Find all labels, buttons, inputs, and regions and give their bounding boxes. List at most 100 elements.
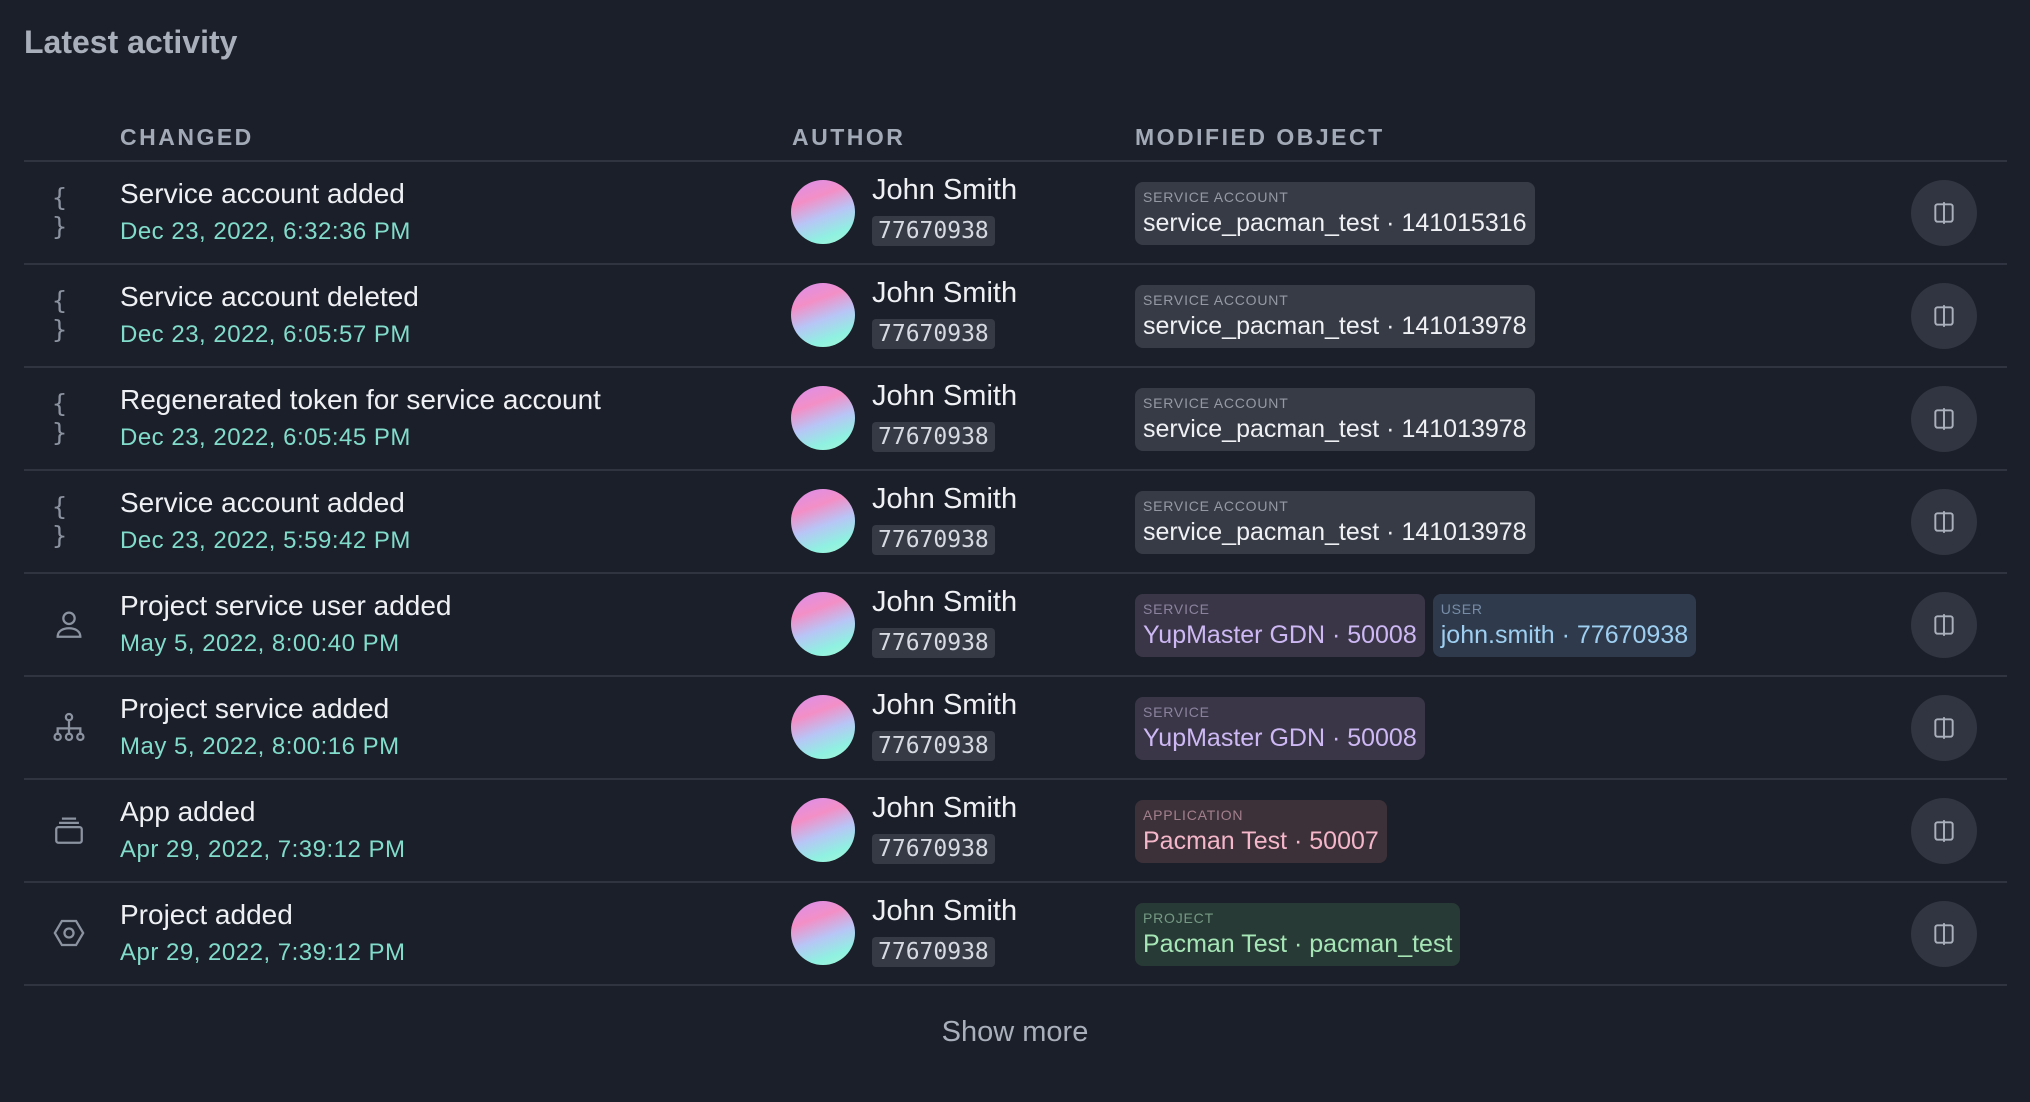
braces-icon: { } — [52, 389, 72, 447]
compare-icon — [1931, 406, 1957, 432]
author-name[interactable]: John Smith — [872, 586, 1017, 619]
hexagon-icon — [52, 916, 86, 950]
compare-icon — [1931, 921, 1957, 947]
avatar — [791, 901, 855, 965]
object-tag-service-account[interactable]: SERVICE ACCOUNT service_pacman_test · 141… — [1135, 182, 1535, 245]
object-tag-application[interactable]: APPLICATION Pacman Test · 50007 — [1135, 800, 1387, 863]
table-row: Project added Apr 29, 2022, 7:39:12 PM Joh… — [24, 883, 2007, 986]
stack-icon — [52, 813, 86, 847]
compare-icon — [1931, 200, 1957, 226]
view-diff-button[interactable] — [1911, 592, 1977, 658]
avatar — [791, 386, 855, 450]
change-timestamp[interactable]: Dec 23, 2022, 6:32:36 PM — [120, 218, 411, 246]
author-id: 77670938 — [872, 422, 995, 452]
object-tag-value: service_pacman_test · 141013978 — [1143, 415, 1527, 443]
author-name[interactable]: John Smith — [872, 380, 1017, 413]
object-tag-label: PROJECT — [1143, 910, 1214, 926]
hierarchy-icon — [52, 710, 86, 744]
object-tag-service-account[interactable]: SERVICE ACCOUNT service_pacman_test · 141… — [1135, 388, 1535, 451]
change-title: Project service added — [120, 693, 390, 724]
object-tag-project[interactable]: PROJECT Pacman Test · pacman_test — [1135, 903, 1461, 966]
object-tag-label: APPLICATION — [1143, 807, 1244, 823]
person-icon — [52, 607, 86, 641]
column-header-author: AUTHOR — [792, 124, 906, 150]
avatar — [791, 489, 855, 553]
avatar — [791, 283, 855, 347]
table-row: { } Service account added Dec 23, 2022, 5:… — [24, 471, 2007, 574]
object-tag-label: SERVICE ACCOUNT — [1143, 292, 1289, 308]
column-header-modified-object: MODIFIED OBJECT — [1135, 124, 1385, 150]
change-title: App added — [120, 796, 256, 827]
view-diff-button[interactable] — [1911, 386, 1977, 452]
object-tag-service-account[interactable]: SERVICE ACCOUNT service_pacman_test · 141… — [1135, 491, 1535, 554]
object-tag-label: SERVICE ACCOUNT — [1143, 189, 1289, 205]
change-title: Service account deleted — [120, 281, 419, 312]
object-tag-label: SERVICE — [1143, 704, 1210, 720]
change-title: Regenerated token for service account — [120, 384, 601, 415]
table-row: Project service added May 5, 2022, 8:00:1… — [24, 677, 2007, 780]
modified-objects: SERVICE ACCOUNT service_pacman_test · 141… — [1135, 285, 1535, 348]
change-timestamp[interactable]: Dec 23, 2022, 5:59:42 PM — [120, 527, 411, 555]
avatar — [791, 695, 855, 759]
table-row: { } Regenerated token for service account… — [24, 368, 2007, 471]
object-tag-value: YupMaster GDN · 50008 — [1143, 621, 1417, 649]
braces-icon: { } — [52, 183, 72, 241]
view-diff-button[interactable] — [1911, 798, 1977, 864]
author-name[interactable]: John Smith — [872, 483, 1017, 516]
braces-icon: { } — [52, 492, 72, 550]
change-timestamp[interactable]: May 5, 2022, 8:00:16 PM — [120, 733, 400, 761]
change-timestamp[interactable]: Apr 29, 2022, 7:39:12 PM — [120, 939, 406, 967]
column-header-changed: CHANGED — [120, 124, 254, 150]
modified-objects: SERVICE YupMaster GDN · 50008 — [1135, 697, 1425, 760]
view-diff-button[interactable] — [1911, 695, 1977, 761]
change-timestamp[interactable]: Dec 23, 2022, 6:05:57 PM — [120, 321, 411, 349]
change-title: Project service user added — [120, 590, 452, 621]
author-name[interactable]: John Smith — [872, 174, 1017, 207]
table-header: CHANGED AUTHOR MODIFIED OBJECT — [24, 122, 2007, 162]
object-tag-value: Pacman Test · pacman_test — [1143, 930, 1453, 958]
view-diff-button[interactable] — [1911, 489, 1977, 555]
author-name[interactable]: John Smith — [872, 895, 1017, 928]
table-row: { } Service account deleted Dec 23, 2022, … — [24, 265, 2007, 368]
object-tag-user[interactable]: USER john.smith · 77670938 — [1432, 594, 1697, 657]
author-name[interactable]: John Smith — [872, 277, 1017, 310]
avatar — [791, 180, 855, 244]
author-name[interactable]: John Smith — [872, 792, 1017, 825]
modified-objects: SERVICE YupMaster GDN · 50008 USER john.smi… — [1135, 594, 1697, 657]
modified-objects: APPLICATION Pacman Test · 50007 — [1135, 800, 1387, 863]
change-timestamp[interactable]: Dec 23, 2022, 6:05:45 PM — [120, 424, 411, 452]
object-tag-label: USER — [1440, 601, 1483, 617]
section-title: Latest activity — [24, 24, 238, 60]
object-tag-value: YupMaster GDN · 50008 — [1143, 724, 1417, 752]
avatar — [791, 798, 855, 862]
compare-icon — [1931, 715, 1957, 741]
object-tag-value: service_pacman_test · 141013978 — [1143, 518, 1527, 546]
view-diff-button[interactable] — [1911, 283, 1977, 349]
object-tag-label: SERVICE — [1143, 601, 1210, 617]
object-tag-service-account[interactable]: SERVICE ACCOUNT service_pacman_test · 141… — [1135, 285, 1535, 348]
object-tag-value: john.smith · 77670938 — [1440, 621, 1689, 649]
compare-icon — [1931, 509, 1957, 535]
object-tag-value: service_pacman_test · 141015316 — [1143, 209, 1527, 237]
author-id: 77670938 — [872, 731, 995, 761]
avatar — [791, 592, 855, 656]
object-tag-label: SERVICE ACCOUNT — [1143, 498, 1289, 514]
object-tag-value: service_pacman_test · 141013978 — [1143, 312, 1527, 340]
author-id: 77670938 — [872, 216, 995, 246]
change-timestamp[interactable]: May 5, 2022, 8:00:40 PM — [120, 630, 400, 658]
change-timestamp[interactable]: Apr 29, 2022, 7:39:12 PM — [120, 836, 406, 864]
activity-list: { } Service account added Dec 23, 2022, 6:… — [24, 162, 2007, 986]
compare-icon — [1931, 818, 1957, 844]
object-tag-service[interactable]: SERVICE YupMaster GDN · 50008 — [1135, 594, 1425, 657]
compare-icon — [1931, 612, 1957, 638]
author-name[interactable]: John Smith — [872, 689, 1017, 722]
object-tag-label: SERVICE ACCOUNT — [1143, 395, 1289, 411]
view-diff-button[interactable] — [1911, 180, 1977, 246]
view-diff-button[interactable] — [1911, 901, 1977, 967]
modified-objects: SERVICE ACCOUNT service_pacman_test · 141… — [1135, 182, 1535, 245]
modified-objects: SERVICE ACCOUNT service_pacman_test · 141… — [1135, 491, 1535, 554]
author-id: 77670938 — [872, 628, 995, 658]
object-tag-service[interactable]: SERVICE YupMaster GDN · 50008 — [1135, 697, 1425, 760]
show-more-button[interactable]: Show more — [0, 1016, 2030, 1049]
modified-objects: SERVICE ACCOUNT service_pacman_test · 141… — [1135, 388, 1535, 451]
